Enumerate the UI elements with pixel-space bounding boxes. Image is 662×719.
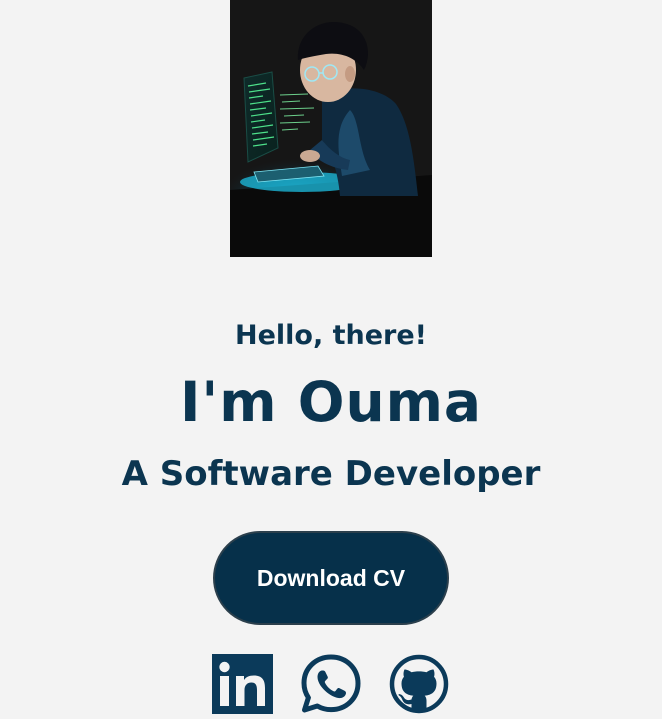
role-subheading: A Software Developer [121,454,541,494]
profile-illustration [230,0,432,257]
linkedin-icon[interactable] [212,654,273,714]
github-icon[interactable] [388,654,450,714]
whatsapp-icon[interactable] [300,654,362,714]
greeting-text: Hello, there! [234,320,427,351]
download-cv-button[interactable]: Download CV [213,531,449,625]
name-heading: I'm Ouma [179,370,483,434]
